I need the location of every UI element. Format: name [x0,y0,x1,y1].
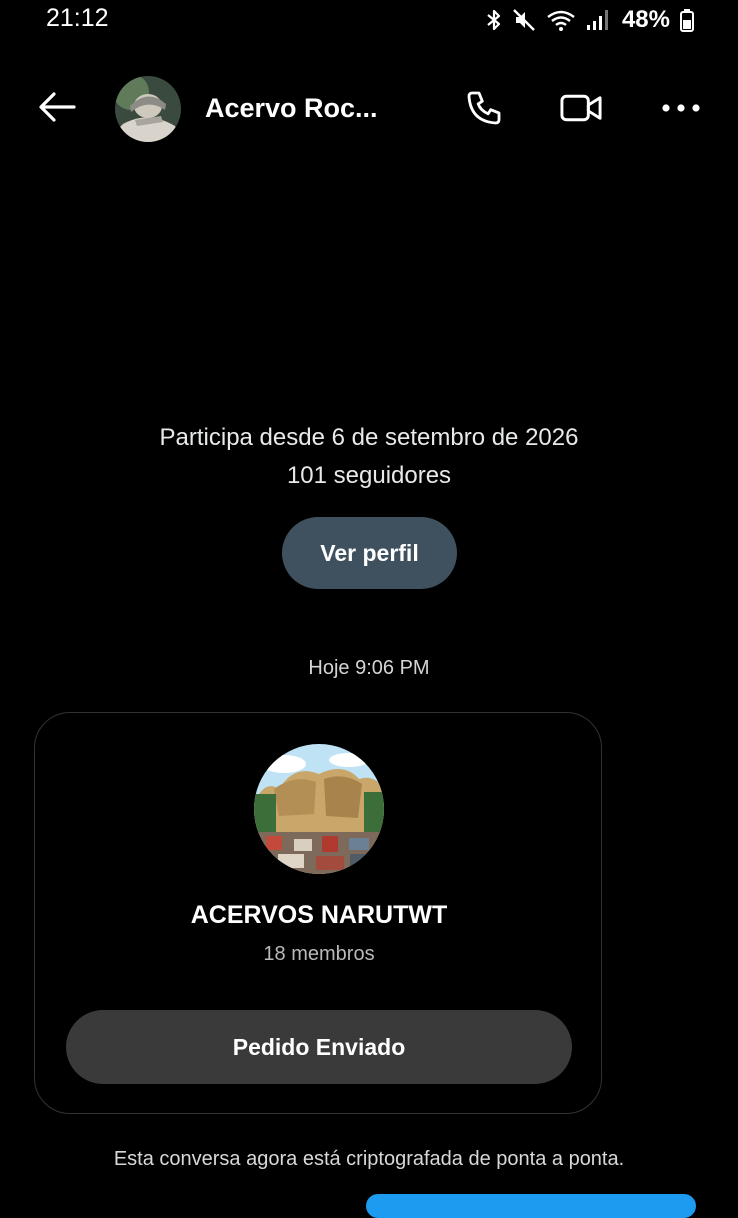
request-sent-button[interactable]: Pedido Enviado [66,1010,572,1084]
battery-icon [680,8,694,32]
contact-name[interactable]: Acervo Roc... [205,93,378,124]
mute-icon [512,8,536,32]
message-timestamp: Hoje 9:06 PM [308,657,430,679]
battery-percent: 48% [621,6,670,33]
phone-icon [467,91,501,125]
status-icons: 48% [486,6,694,34]
back-button[interactable] [36,86,78,128]
encryption-notice: Esta conversa agora está criptografada d… [113,1148,625,1170]
more-options-button[interactable] [659,86,703,130]
video-camera-icon [560,94,602,122]
followers-count: 101 seguidores [286,462,452,489]
status-time: 21:12 [46,4,109,32]
voice-call-button[interactable] [462,86,506,130]
wifi-icon [546,8,576,32]
status-bar: 21:12 48% [0,0,738,40]
back-arrow-icon [39,92,76,122]
view-profile-button[interactable]: Ver perfil [282,517,457,589]
compose-bar[interactable] [366,1194,696,1218]
group-avatar[interactable] [254,744,384,874]
more-icon [662,104,700,112]
contact-avatar[interactable] [115,76,181,142]
video-call-button[interactable] [559,86,603,130]
group-name: ACERVOS NARUTWT [190,901,448,929]
group-invite-card: ACERVOS NARUTWT 18 membros Pedido Enviad… [34,712,602,1114]
chat-header: Acervo Roc... [0,72,738,144]
group-member-count: 18 membros [263,943,375,965]
bluetooth-icon [486,8,502,32]
signal-icon [586,8,608,32]
member-since-text: Participa desde 6 de setembro de 2026 [159,424,579,451]
